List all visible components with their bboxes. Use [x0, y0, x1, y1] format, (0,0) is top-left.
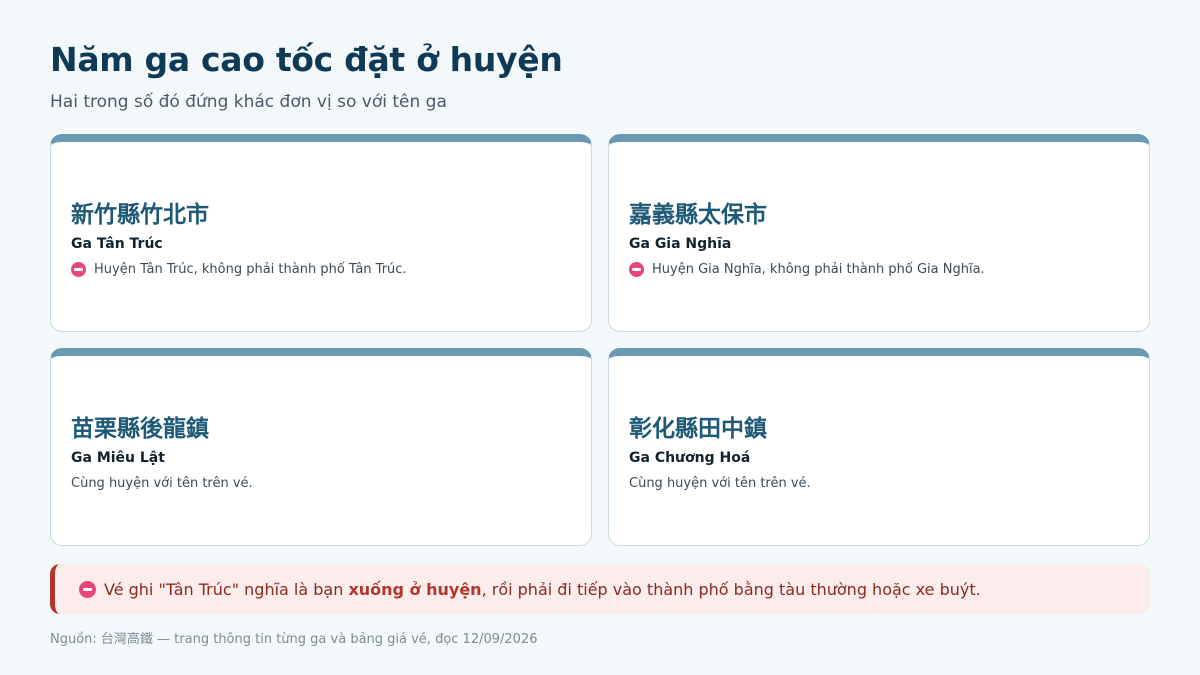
station-card-gia-nghia: 嘉義縣太保市 Ga Gia Nghĩa Huyện Gia Nghĩa, khô…	[608, 134, 1150, 332]
station-name: Ga Chương Hoá	[629, 450, 751, 466]
station-location: 新竹縣竹北市	[71, 202, 209, 228]
station-card-tan-truc: 新竹縣竹北市 Ga Tân Trúc Huyện Tân Trúc, không…	[50, 134, 592, 332]
station-note-text: Cùng huyện với tên trên vé.	[71, 476, 253, 491]
stop-icon	[79, 580, 96, 598]
station-grid: 新竹縣竹北市 Ga Tân Trúc Huyện Tân Trúc, không…	[50, 134, 1150, 546]
station-name: Ga Gia Nghĩa	[629, 236, 732, 252]
warning-callout: Vé ghi "Tân Trúc" nghĩa là bạn xuống ở h…	[50, 564, 1150, 614]
source-note: Nguồn: 台灣高鐵 — trang thông tin từng ga và…	[50, 632, 538, 647]
station-location: 嘉義縣太保市	[629, 202, 767, 228]
stop-icon	[71, 262, 86, 277]
callout-emphasis: xuống ở huyện	[348, 579, 482, 599]
station-card-chuong-hoa: 彰化縣田中鎮 Ga Chương Hoá Cùng huyện với tên …	[608, 348, 1150, 546]
station-note-text: Huyện Tân Trúc, không phải thành phố Tân…	[94, 262, 407, 277]
station-note-text: Cùng huyện với tên trên vé.	[629, 476, 811, 491]
page-subtitle: Hai trong số đó đứng khác đơn vị so với …	[50, 92, 447, 112]
callout-text: Vé ghi "Tân Trúc" nghĩa là bạn xuống ở h…	[104, 580, 981, 599]
station-note: Cùng huyện với tên trên vé.	[629, 476, 1129, 491]
station-note-text: Huyện Gia Nghĩa, không phải thành phố Gi…	[652, 262, 985, 277]
station-name: Ga Tân Trúc	[71, 236, 163, 252]
callout-text-before: Vé ghi "Tân Trúc" nghĩa là bạn	[104, 579, 349, 599]
stop-icon	[629, 262, 644, 277]
station-location: 彰化縣田中鎮	[629, 416, 767, 442]
station-location: 苗栗縣後龍鎮	[71, 416, 209, 442]
station-note: Huyện Gia Nghĩa, không phải thành phố Gi…	[629, 262, 1129, 277]
station-name: Ga Miêu Lật	[71, 450, 165, 466]
station-note: Huyện Tân Trúc, không phải thành phố Tân…	[71, 262, 571, 277]
station-note: Cùng huyện với tên trên vé.	[71, 476, 571, 491]
station-card-mieu-lat: 苗栗縣後龍鎮 Ga Miêu Lật Cùng huyện với tên tr…	[50, 348, 592, 546]
page-title: Năm ga cao tốc đặt ở huyện	[50, 40, 563, 79]
callout-text-after: , rồi phải đi tiếp vào thành phố bằng tà…	[481, 579, 981, 599]
